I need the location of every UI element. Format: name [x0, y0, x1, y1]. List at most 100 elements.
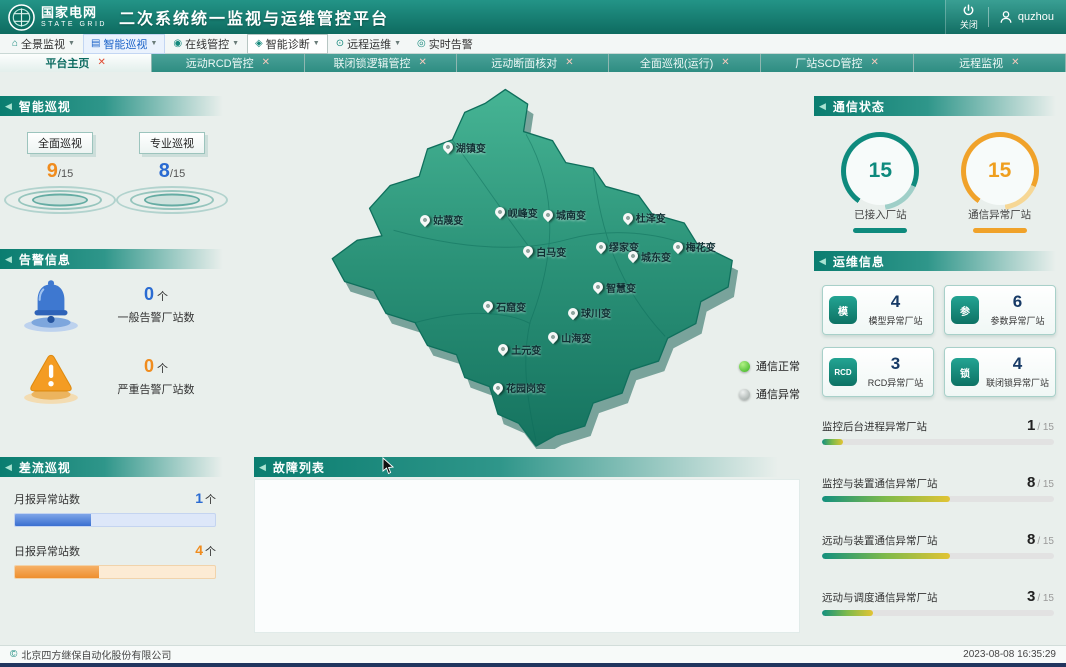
- tab-label: 远动RCD管控: [186, 55, 254, 71]
- tab-label: 远动断面核对: [491, 55, 557, 71]
- professional-patrol-card[interactable]: 专业巡视 8/15: [117, 132, 227, 217]
- section-header-comm-status: ◀ 通信状态: [814, 96, 1066, 116]
- tab-remote-monitor[interactable]: 远程监视 ✕: [914, 54, 1066, 72]
- menu-online-control[interactable]: ◉ 在线管控 ▼: [165, 34, 247, 54]
- row-value: 3: [1027, 588, 1035, 605]
- card-label: 联闭锁异常厂站: [986, 376, 1049, 389]
- tab-close-icon[interactable]: ✕: [97, 58, 105, 68]
- menu-realtime-alarm[interactable]: ◎ 实时告警: [409, 34, 481, 54]
- tab-close-icon[interactable]: ✕: [565, 58, 573, 68]
- model-abnormal-card[interactable]: 模 4 模型异常厂站: [822, 285, 934, 335]
- section-title: 故障列表: [273, 459, 325, 476]
- tab-platform-home[interactable]: 平台主页 ✕: [0, 54, 152, 72]
- chevron-down-icon: ▼: [313, 40, 320, 47]
- progress-fill: [15, 514, 91, 526]
- monthly-report-progressbar: [14, 513, 216, 527]
- station-name-label: 湖镇变: [456, 140, 486, 155]
- tab-close-icon[interactable]: ✕: [1011, 58, 1019, 68]
- daily-report-progressbar: [14, 565, 216, 579]
- station-name-label: 白马变: [536, 244, 566, 259]
- map-station-pin[interactable]: 城东变: [628, 249, 671, 264]
- full-patrol-card[interactable]: 全面巡视 9/15: [5, 132, 115, 217]
- alarm-icon: ◎: [417, 39, 426, 49]
- row-label: 监控与装置通信异常厂站: [822, 476, 938, 491]
- param-abnormal-card[interactable]: 参 6 参数异常厂站: [944, 285, 1056, 335]
- map-station-pin[interactable]: 球川变: [568, 305, 611, 320]
- gauge-ring: 15: [841, 132, 919, 210]
- patrol-denominator: /15: [170, 168, 185, 180]
- progressbar: [822, 610, 1054, 616]
- map-station-pin[interactable]: 杜泽变: [623, 210, 666, 225]
- station-name-label: 土元变: [511, 342, 541, 357]
- chevron-down-icon: ▼: [394, 40, 401, 47]
- state-grid-logo-icon: [8, 4, 35, 31]
- menu-panorama-monitor[interactable]: ⌂ 全景监视 ▼: [4, 34, 83, 54]
- interlock-abnormal-card[interactable]: 锁 4 联闭锁异常厂站: [944, 347, 1056, 397]
- map-station-pin[interactable]: 白马变: [523, 244, 566, 259]
- menu-remote-ops[interactable]: ⊙ 远程运维 ▼: [328, 34, 409, 54]
- row-label: 远动与调度通信异常厂站: [822, 590, 938, 605]
- pin-icon: [418, 213, 432, 227]
- monthly-report-value: 1: [195, 490, 203, 506]
- close-session-button[interactable]: 关闭: [960, 4, 978, 31]
- pin-icon: [496, 342, 510, 356]
- panorama-icon: ⌂: [12, 39, 18, 49]
- power-icon: [962, 4, 975, 17]
- tab-scd-control[interactable]: 厂站SCD管控 ✕: [761, 54, 913, 72]
- username: quzhou: [1018, 11, 1054, 23]
- progress-row-telemetry-device: 远动与装置通信异常厂站 8/ 15: [822, 531, 1054, 559]
- map-station-pin[interactable]: 土元变: [498, 342, 541, 357]
- map-station-pin[interactable]: 石窟变: [483, 299, 526, 314]
- menu-smart-patrol[interactable]: ▤ 智能巡视 ▼: [83, 34, 165, 54]
- app-window: 国家电网 STATE GRID 二次系统统一监视与运维管控平台 关闭 quzho…: [0, 0, 1066, 667]
- map-station-pin[interactable]: 梅花变: [673, 239, 716, 254]
- header-divider: [988, 7, 989, 27]
- map-station-pin[interactable]: 姑蔑变: [420, 212, 463, 227]
- tab-close-icon[interactable]: ✕: [262, 58, 270, 68]
- unit-label: 个: [205, 546, 216, 558]
- control-icon: ◉: [173, 39, 182, 49]
- menu-label: 远程运维: [347, 36, 391, 52]
- station-name-label: 石窟变: [496, 299, 526, 314]
- menu-label: 智能诊断: [266, 36, 310, 52]
- tab-interlock-logic[interactable]: 联闭锁逻辑管控 ✕: [305, 54, 457, 72]
- station-name-label: 杜泽变: [636, 210, 666, 225]
- user-menu[interactable]: quzhou: [999, 10, 1054, 24]
- map-station-pin[interactable]: 花园岗变: [493, 380, 546, 395]
- right-panel: ◀ 通信状态 15 已接入厂站 15 通信异常厂站: [814, 72, 1066, 645]
- pin-icon: [481, 299, 495, 313]
- map-station-pin[interactable]: 山海变: [548, 330, 591, 345]
- tab-close-icon[interactable]: ✕: [419, 58, 427, 68]
- region-map[interactable]: 湖镇变姑蔑变岘峰变城南变杜泽变白马变缪家变城东变梅花变智慧变石窟变球川变山海变土…: [232, 72, 814, 457]
- rcd-abnormal-card[interactable]: RCD 3 RCD异常厂站: [822, 347, 934, 397]
- chevron-down-icon: ▼: [150, 40, 157, 47]
- tab-section-check[interactable]: 远动断面核对 ✕: [457, 54, 609, 72]
- tab-label: 远程监视: [959, 55, 1003, 71]
- logo-title: 国家电网: [41, 6, 107, 19]
- daily-report-group: 日报异常站数 4个: [0, 529, 232, 581]
- interlock-icon: 锁: [951, 358, 979, 386]
- menu-smart-diagnosis[interactable]: ◈ 智能诊断 ▼: [247, 34, 328, 54]
- map-station-pin[interactable]: 智慧变: [593, 280, 636, 295]
- patrol-cards: 全面巡视 9/15 专业巡视 8/15: [0, 132, 232, 217]
- center-panel: 湖镇变姑蔑变岘峰变城南变杜泽变白马变缪家变城东变梅花变智慧变石窟变球川变山海变土…: [232, 72, 814, 645]
- tab-close-icon[interactable]: ✕: [721, 58, 729, 68]
- unit-label: 个: [205, 494, 216, 506]
- pin-icon: [491, 381, 505, 395]
- section-arrow-icon: ◀: [5, 102, 13, 111]
- map-station-pin[interactable]: 湖镇变: [443, 140, 486, 155]
- param-abnormal-count: 6: [986, 293, 1049, 310]
- pin-icon: [621, 211, 635, 225]
- user-icon: [999, 10, 1013, 24]
- tab-rcd-control[interactable]: 远动RCD管控 ✕: [152, 54, 304, 72]
- progress-row-backend: 监控后台进程异常厂站 1/ 15: [822, 417, 1054, 445]
- bottom-edge-strip: [0, 663, 1066, 667]
- map-station-pin[interactable]: 岘峰变: [495, 205, 538, 220]
- tab-close-icon[interactable]: ✕: [870, 58, 878, 68]
- map-station-pin[interactable]: 城南变: [543, 207, 586, 222]
- monthly-report-label: 月报异常站数: [14, 491, 80, 507]
- tab-full-patrol[interactable]: 全面巡视(运行) ✕: [609, 54, 761, 72]
- section-title: 差流巡视: [19, 459, 71, 476]
- pin-icon: [594, 240, 608, 254]
- progressbar: [822, 439, 1054, 445]
